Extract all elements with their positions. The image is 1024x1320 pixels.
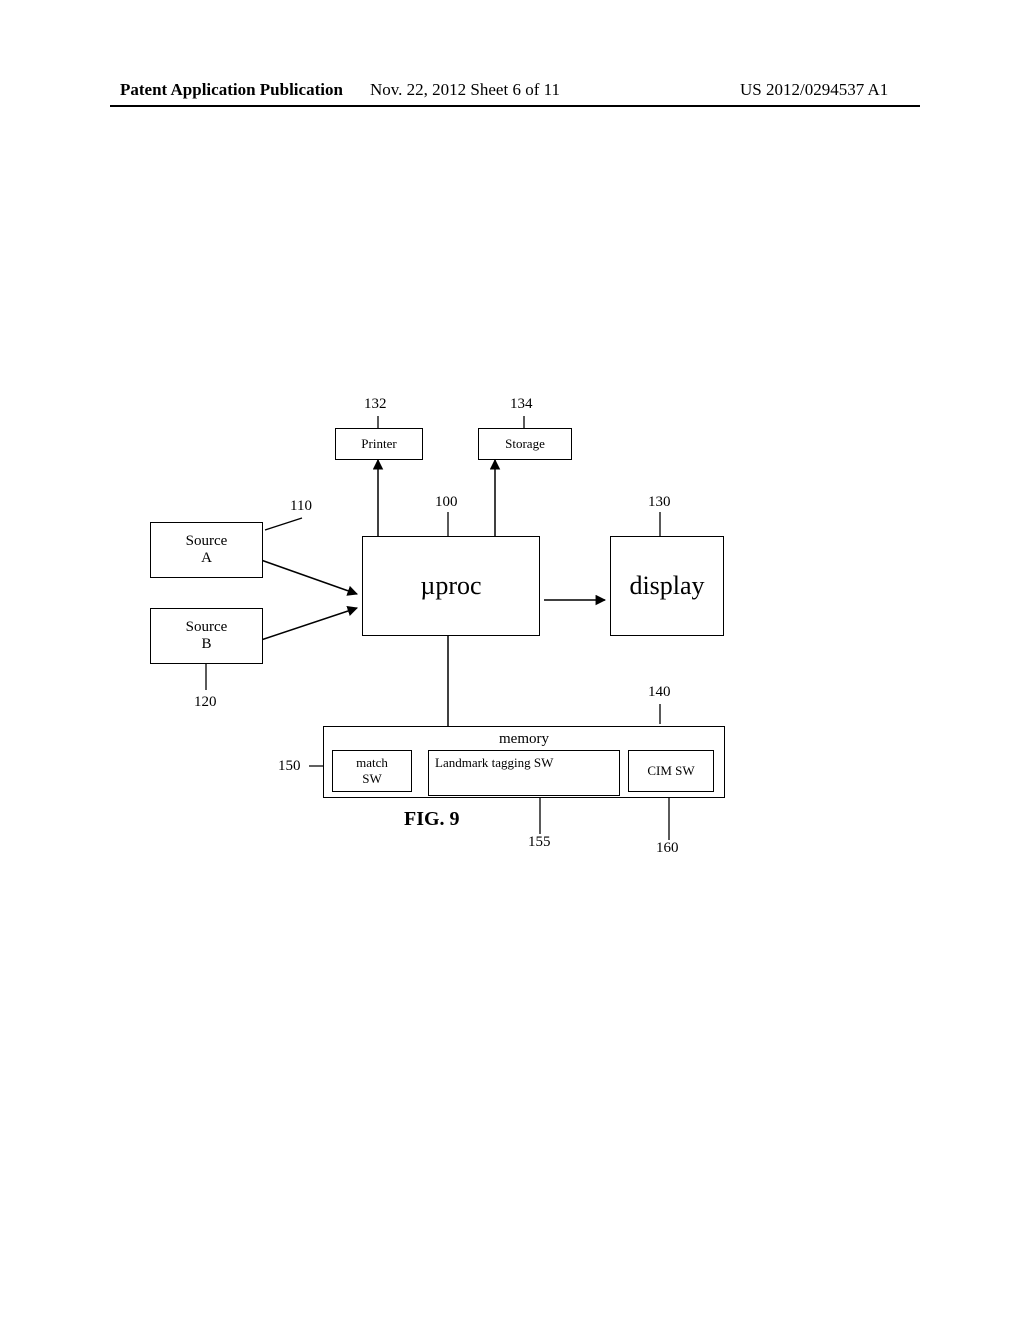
display-block: display (610, 536, 724, 636)
ref-140: 140 (648, 684, 671, 701)
ref-100: 100 (435, 494, 458, 511)
header-right: US 2012/0294537 A1 (740, 80, 888, 100)
page: Patent Application Publication Nov. 22, … (0, 0, 1024, 1320)
header-left: Patent Application Publication (120, 80, 343, 100)
ref-110: 110 (290, 498, 312, 515)
ref-150: 150 (278, 758, 301, 775)
memory-title: memory (324, 731, 724, 748)
ref-130: 130 (648, 494, 671, 511)
storage-block: Storage (478, 428, 572, 460)
source-a-block: Source A (150, 522, 263, 578)
match-sw-block: match SW (332, 750, 412, 792)
ref-132: 132 (364, 396, 387, 413)
header-divider (110, 105, 920, 107)
figure-label: FIG. 9 (404, 808, 460, 831)
ref-134: 134 (510, 396, 533, 413)
diagram-fig-9: Printer Storage Source A Source B µproc … (150, 400, 800, 920)
uproc-block: µproc (362, 536, 540, 636)
landmark-sw-block: Landmark tagging SW (428, 750, 620, 796)
printer-block: Printer (335, 428, 423, 460)
ref-160: 160 (656, 840, 679, 857)
ref-155: 155 (528, 834, 551, 851)
source-b-block: Source B (150, 608, 263, 664)
cim-sw-block: CIM SW (628, 750, 714, 792)
header-center: Nov. 22, 2012 Sheet 6 of 11 (370, 80, 560, 100)
ref-120: 120 (194, 694, 217, 711)
